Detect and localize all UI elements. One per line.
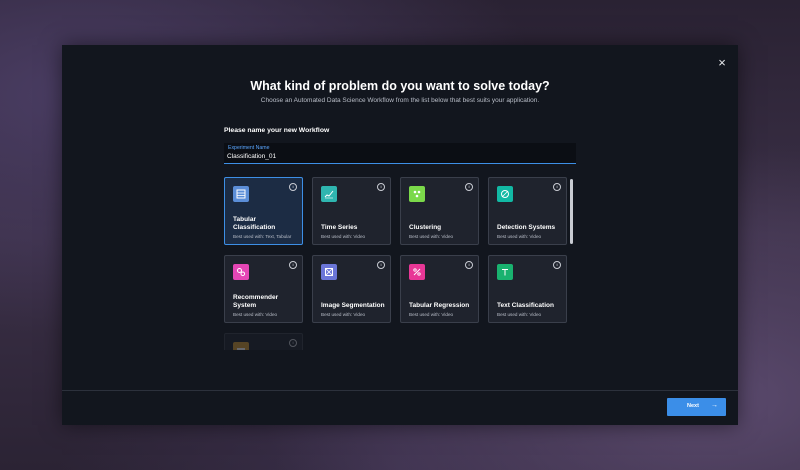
info-icon[interactable]: i: [289, 339, 297, 347]
segmentation-icon: [321, 264, 337, 280]
info-icon[interactable]: i: [377, 261, 385, 269]
workflow-best-used: Best used with: Video: [497, 234, 542, 239]
line-chart-icon: [321, 186, 337, 202]
workflow-name-prompt: Please name your new Workflow: [224, 127, 330, 134]
text-icon: [497, 264, 513, 280]
detection-icon: [497, 186, 513, 202]
workflow-title: Detection Systems: [497, 223, 556, 231]
info-icon[interactable]: i: [553, 183, 561, 191]
gears-icon: [233, 264, 249, 280]
info-icon[interactable]: i: [465, 261, 473, 269]
workflow-best-used: Best used with: Video: [233, 312, 278, 317]
workflow-card-image-segmentation[interactable]: i Image Segmentation Best used with: Vid…: [312, 255, 391, 323]
workflow-title: Tabular Regression: [409, 301, 470, 309]
workflow-list-scrollbar[interactable]: [570, 179, 573, 244]
workflow-card-tabular-regression[interactable]: i Tabular Regression Best used with: Vid…: [400, 255, 479, 323]
experiment-name-field[interactable]: Experiment Name: [224, 143, 576, 164]
next-button-label: Next: [687, 403, 699, 409]
dialog-subtitle: Choose an Automated Data Science Workflo…: [260, 97, 540, 104]
info-icon[interactable]: i: [553, 261, 561, 269]
info-icon[interactable]: i: [289, 183, 297, 191]
workflow-title: Image Segmentation: [321, 301, 385, 309]
workflow-grid: i Tabular Classification Best used with:…: [224, 177, 576, 350]
workflow-dialog: × What kind of problem do you want to so…: [62, 45, 738, 425]
workflow-title: Recommender System: [233, 294, 279, 309]
close-icon[interactable]: ×: [714, 55, 730, 71]
info-icon[interactable]: i: [377, 183, 385, 191]
workflow-card-recommender-system[interactable]: i Recommender System Best used with: Vid…: [224, 255, 303, 323]
workflow-card-text-classification[interactable]: i Text Classification Best used with: Vi…: [488, 255, 567, 323]
workflow-title: Clustering: [409, 223, 442, 231]
arrow-right-icon: →: [711, 402, 718, 409]
workflow-best-used: Best used with: Text, Tabular: [233, 234, 292, 239]
experiment-name-input[interactable]: [227, 151, 567, 161]
info-icon[interactable]: i: [289, 261, 297, 269]
workflow-best-used: Best used with: Video: [409, 312, 454, 317]
next-button[interactable]: Next →: [667, 398, 726, 416]
info-icon[interactable]: i: [465, 183, 473, 191]
cluster-icon: [409, 186, 425, 202]
workflow-card-partial[interactable]: i: [224, 333, 303, 350]
workflow-best-used: Best used with: Video: [497, 312, 542, 317]
workflow-best-used: Best used with: Video: [321, 312, 366, 317]
workflow-card-time-series[interactable]: i Time Series Best used with: Video: [312, 177, 391, 245]
percent-icon: [409, 264, 425, 280]
workflow-title: Tabular Classification: [233, 216, 276, 231]
workflow-card-detection-systems[interactable]: i Detection Systems Best used with: Vide…: [488, 177, 567, 245]
workflow-title: Text Classification: [497, 301, 554, 309]
workflow-card-tabular-classification[interactable]: i Tabular Classification Best used with:…: [224, 177, 303, 245]
folder-icon: [233, 342, 249, 350]
workflow-best-used: Best used with: Video: [321, 234, 366, 239]
footer-divider: [62, 390, 738, 391]
workflow-title: Time Series: [321, 223, 358, 231]
workflow-card-clustering[interactable]: i Clustering Best used with: Video: [400, 177, 479, 245]
table-icon: [233, 186, 249, 202]
workflow-best-used: Best used with: Video: [409, 234, 454, 239]
dialog-title: What kind of problem do you want to solv…: [250, 79, 550, 93]
